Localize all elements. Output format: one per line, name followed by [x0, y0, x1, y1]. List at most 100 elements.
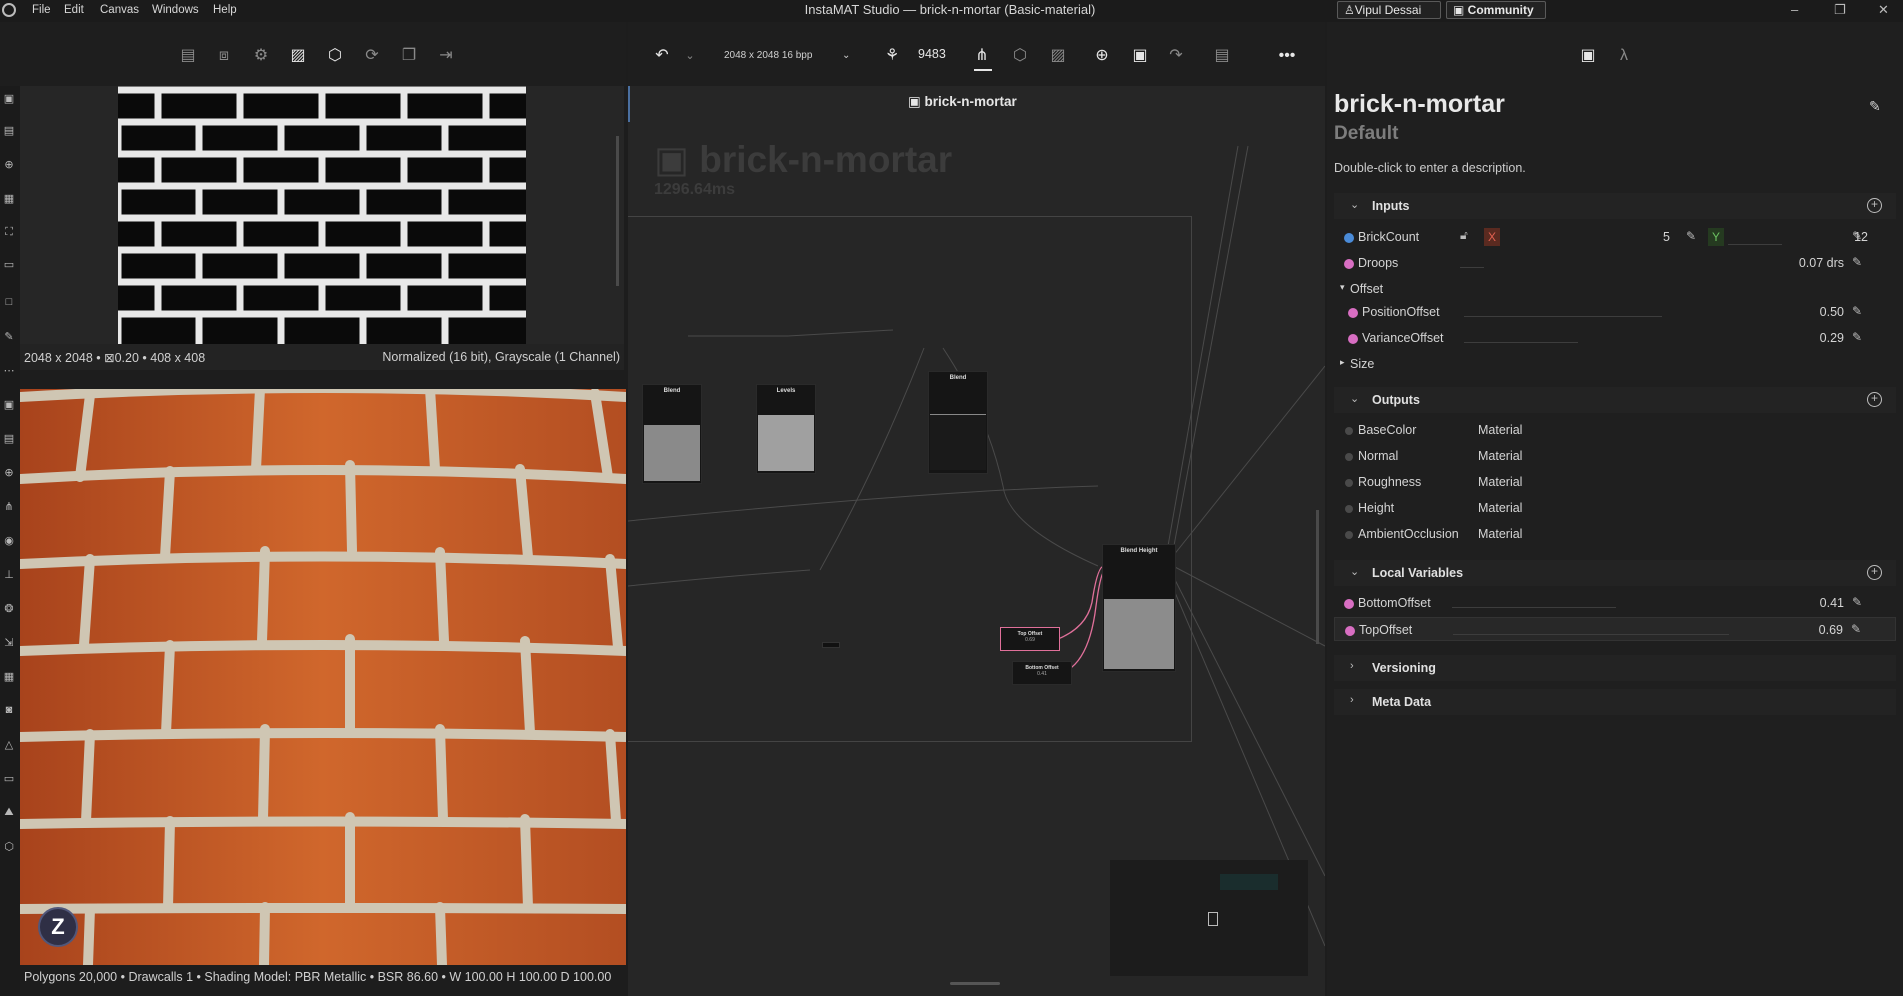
menu-help[interactable]: Help — [213, 4, 237, 16]
variance-offset-slider[interactable] — [1464, 342, 1578, 343]
output-row[interactable]: Roughness Material — [1334, 470, 1896, 494]
terrain-icon[interactable]: △ — [2, 738, 16, 752]
nodes-icon[interactable]: ⋔ — [2, 500, 16, 514]
more-icon[interactable]: ⋯ — [2, 364, 16, 378]
user-account-button[interactable]: ♙Vipul Dessai — [1337, 1, 1441, 19]
panel-icon[interactable]: ▤ — [1212, 46, 1232, 66]
blend-node[interactable]: Blend — [928, 371, 988, 474]
variance-offset-row[interactable]: VarianceOffset 0.29 ✎ — [1334, 326, 1896, 350]
levels-node[interactable]: Levels — [756, 384, 816, 474]
restore-button[interactable]: ❐ — [1834, 2, 1846, 18]
output-row[interactable]: Normal Material — [1334, 444, 1896, 468]
grid-icon[interactable]: ▦ — [2, 192, 16, 206]
versioning-section-header[interactable]: › Versioning — [1334, 655, 1896, 681]
edit-icon[interactable]: ✎ — [1852, 330, 1862, 344]
crosshair-icon[interactable]: ⊕ — [2, 466, 16, 480]
eye-icon[interactable]: ◉ — [2, 534, 16, 548]
droops-row[interactable]: Droops 0.07 drs ✎ — [1334, 251, 1896, 275]
save-icon[interactable]: ▣ — [2, 92, 16, 106]
edit-icon[interactable]: ✎ — [1851, 622, 1861, 636]
image-icon[interactable]: ▨ — [288, 46, 308, 66]
scale-icon[interactable]: ⇲ — [2, 636, 16, 650]
clipboard-icon[interactable]: ▤ — [2, 124, 16, 138]
menu-edit[interactable]: Edit — [64, 4, 84, 16]
prop-value[interactable]: 0.07 drs — [1799, 256, 1844, 270]
graph-vertical-scrollbar[interactable] — [1316, 510, 1319, 644]
landscape-icon[interactable]: ⛰ — [2, 806, 16, 820]
export-icon[interactable]: ⇥ — [436, 46, 456, 66]
pen-icon[interactable]: ✎ — [2, 330, 16, 344]
clipboard2-icon[interactable]: ▤ — [2, 432, 16, 446]
add-node-icon[interactable]: ⊕ — [1092, 46, 1112, 66]
minimap[interactable] — [1110, 860, 1308, 976]
graph-scroll-handle[interactable] — [950, 982, 1000, 985]
minimize-button[interactable]: – — [1791, 2, 1798, 17]
3d-view-icon[interactable]: ⬡ — [1010, 46, 1030, 66]
add-output-icon[interactable]: + — [1867, 392, 1882, 407]
size-group-row[interactable]: ▸ Size — [1334, 352, 1896, 376]
add-variable-icon[interactable]: + — [1867, 565, 1882, 580]
bottom-offset-node[interactable]: Bottom Offset 0.41 — [1012, 661, 1072, 685]
edit-title-icon[interactable]: ✎ — [1869, 98, 1881, 115]
output-row[interactable]: AmbientOcclusion Material — [1334, 522, 1896, 546]
menu-windows[interactable]: Windows — [152, 4, 199, 16]
node-graph-canvas[interactable]: ▣ brick-n-mortar ▣ brick-n-mortar 1296.6… — [628, 86, 1325, 996]
asset-description[interactable]: Double-click to enter a description. — [1334, 161, 1526, 175]
redo-icon[interactable]: ↷ — [1166, 46, 1186, 66]
graph-view-icon[interactable]: ⋔ — [972, 46, 992, 66]
local-variables-section-header[interactable]: ⌄ Local Variables + — [1334, 560, 1896, 586]
cube-icon[interactable]: ⬡ — [325, 46, 345, 66]
top-offset-row[interactable]: TopOffset 0.69 ✎ — [1334, 617, 1896, 641]
add-input-icon[interactable]: + — [1867, 198, 1882, 213]
meta-data-section-header[interactable]: › Meta Data — [1334, 689, 1896, 715]
camera-icon[interactable]: ◙ — [2, 704, 16, 718]
blend-node[interactable]: Blend — [642, 384, 702, 484]
outputs-section-header[interactable]: ⌄ Outputs + — [1334, 387, 1896, 413]
asset-title[interactable]: brick-n-mortar — [1334, 90, 1505, 119]
menu-file[interactable]: File — [32, 4, 51, 16]
edit-icon[interactable]: ✎ — [1852, 255, 1862, 269]
texture-viewport[interactable] — [20, 86, 624, 344]
brickcount-x-field[interactable]: X 5 — [1484, 228, 1670, 246]
output-row[interactable]: Height Material — [1334, 496, 1896, 520]
frame-icon[interactable]: ⛶ — [2, 226, 16, 240]
position-offset-row[interactable]: PositionOffset 0.50 ✎ — [1334, 300, 1896, 324]
position-offset-slider[interactable] — [1464, 316, 1662, 317]
prop-value[interactable]: 0.41 — [1820, 596, 1844, 610]
save-icon[interactable]: ▣ — [1130, 46, 1150, 66]
prop-value[interactable]: 0.69 — [1819, 623, 1843, 637]
edit-icon[interactable]: ✎ — [1852, 304, 1862, 318]
lock-icon[interactable]: 🔓︎ — [1460, 228, 1468, 243]
resolution-dropdown[interactable]: 2048 x 2048 16 bpp ⌄ — [724, 46, 854, 66]
brickcount-row[interactable]: BrickCount 🔓︎ X 5 ✎ Y 12 ✎ — [1334, 225, 1896, 249]
2d-view-icon[interactable]: ▨ — [1048, 46, 1068, 66]
undo-icon[interactable]: ↶ — [652, 46, 672, 66]
bottom-offset-row[interactable]: BottomOffset 0.41 ✎ — [1334, 591, 1896, 615]
refresh-icon[interactable]: ⟳ — [362, 46, 382, 66]
prop-value[interactable]: 0.50 — [1820, 305, 1844, 319]
lambda-icon[interactable]: λ — [1614, 46, 1634, 66]
offset-group-row[interactable]: ▾ Offset — [1334, 277, 1896, 301]
chevron-down-icon[interactable]: ⌄ — [680, 46, 700, 66]
close-button[interactable]: ✕ — [1878, 2, 1889, 18]
cube-small-icon[interactable]: ⬡ — [2, 840, 16, 854]
target-icon[interactable]: ⊕ — [2, 158, 16, 172]
edit-icon[interactable]: ✎ — [1686, 229, 1696, 243]
seed-value[interactable]: 9483 — [918, 47, 946, 61]
ruler-icon[interactable]: ▭ — [2, 258, 16, 272]
avatar[interactable]: Z — [38, 907, 78, 947]
reroute-node[interactable] — [822, 642, 840, 648]
box-open-icon[interactable]: ⧈ — [214, 46, 234, 66]
layers-icon[interactable]: ❐ — [399, 46, 419, 66]
top-offset-node[interactable]: Top Offset 0.69 — [1000, 627, 1060, 651]
top-offset-slider[interactable] — [1453, 634, 1729, 635]
more-options-icon[interactable]: ••• — [1277, 46, 1297, 66]
bottom-offset-slider[interactable] — [1452, 607, 1616, 608]
save-preset-icon[interactable]: ▤ — [178, 46, 198, 66]
seed-sprout-icon[interactable]: ⚘ — [882, 46, 902, 66]
blend-height-node[interactable]: Blend Height — [1102, 544, 1176, 672]
community-button[interactable]: ▣ Community — [1446, 1, 1546, 19]
edit-icon[interactable]: ✎ — [1852, 595, 1862, 609]
package-icon[interactable]: ▣ — [1578, 46, 1598, 66]
rect-icon[interactable]: □ — [2, 296, 16, 310]
